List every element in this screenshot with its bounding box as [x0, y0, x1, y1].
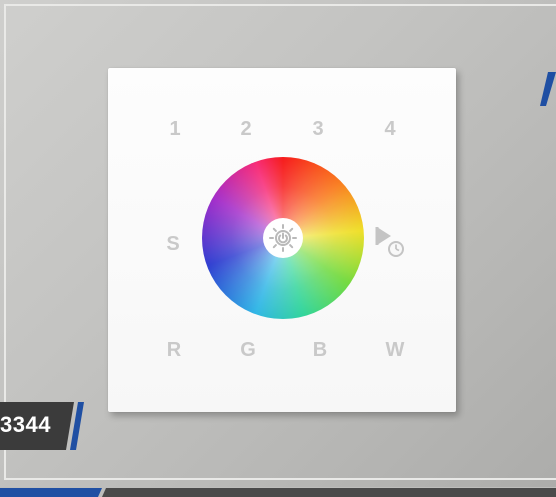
power-sun-icon [269, 224, 297, 252]
white-channel-label[interactable]: W [380, 338, 410, 362]
red-channel-label[interactable]: R [159, 338, 189, 362]
zone-2-label[interactable]: 2 [231, 117, 261, 141]
speed-label[interactable]: S [158, 232, 188, 256]
zone-4-label[interactable]: 4 [375, 117, 405, 141]
zone-1-label[interactable]: 1 [160, 117, 190, 141]
zone-3-label[interactable]: 3 [303, 117, 333, 141]
bottom-bar [0, 487, 556, 497]
model-number: 3344 [0, 412, 51, 437]
blue-channel-label[interactable]: B [305, 338, 335, 362]
corner-stripe [540, 72, 556, 106]
power-button[interactable] [263, 218, 303, 258]
play-timer-icon[interactable] [374, 224, 406, 258]
green-channel-label[interactable]: G [233, 338, 263, 362]
